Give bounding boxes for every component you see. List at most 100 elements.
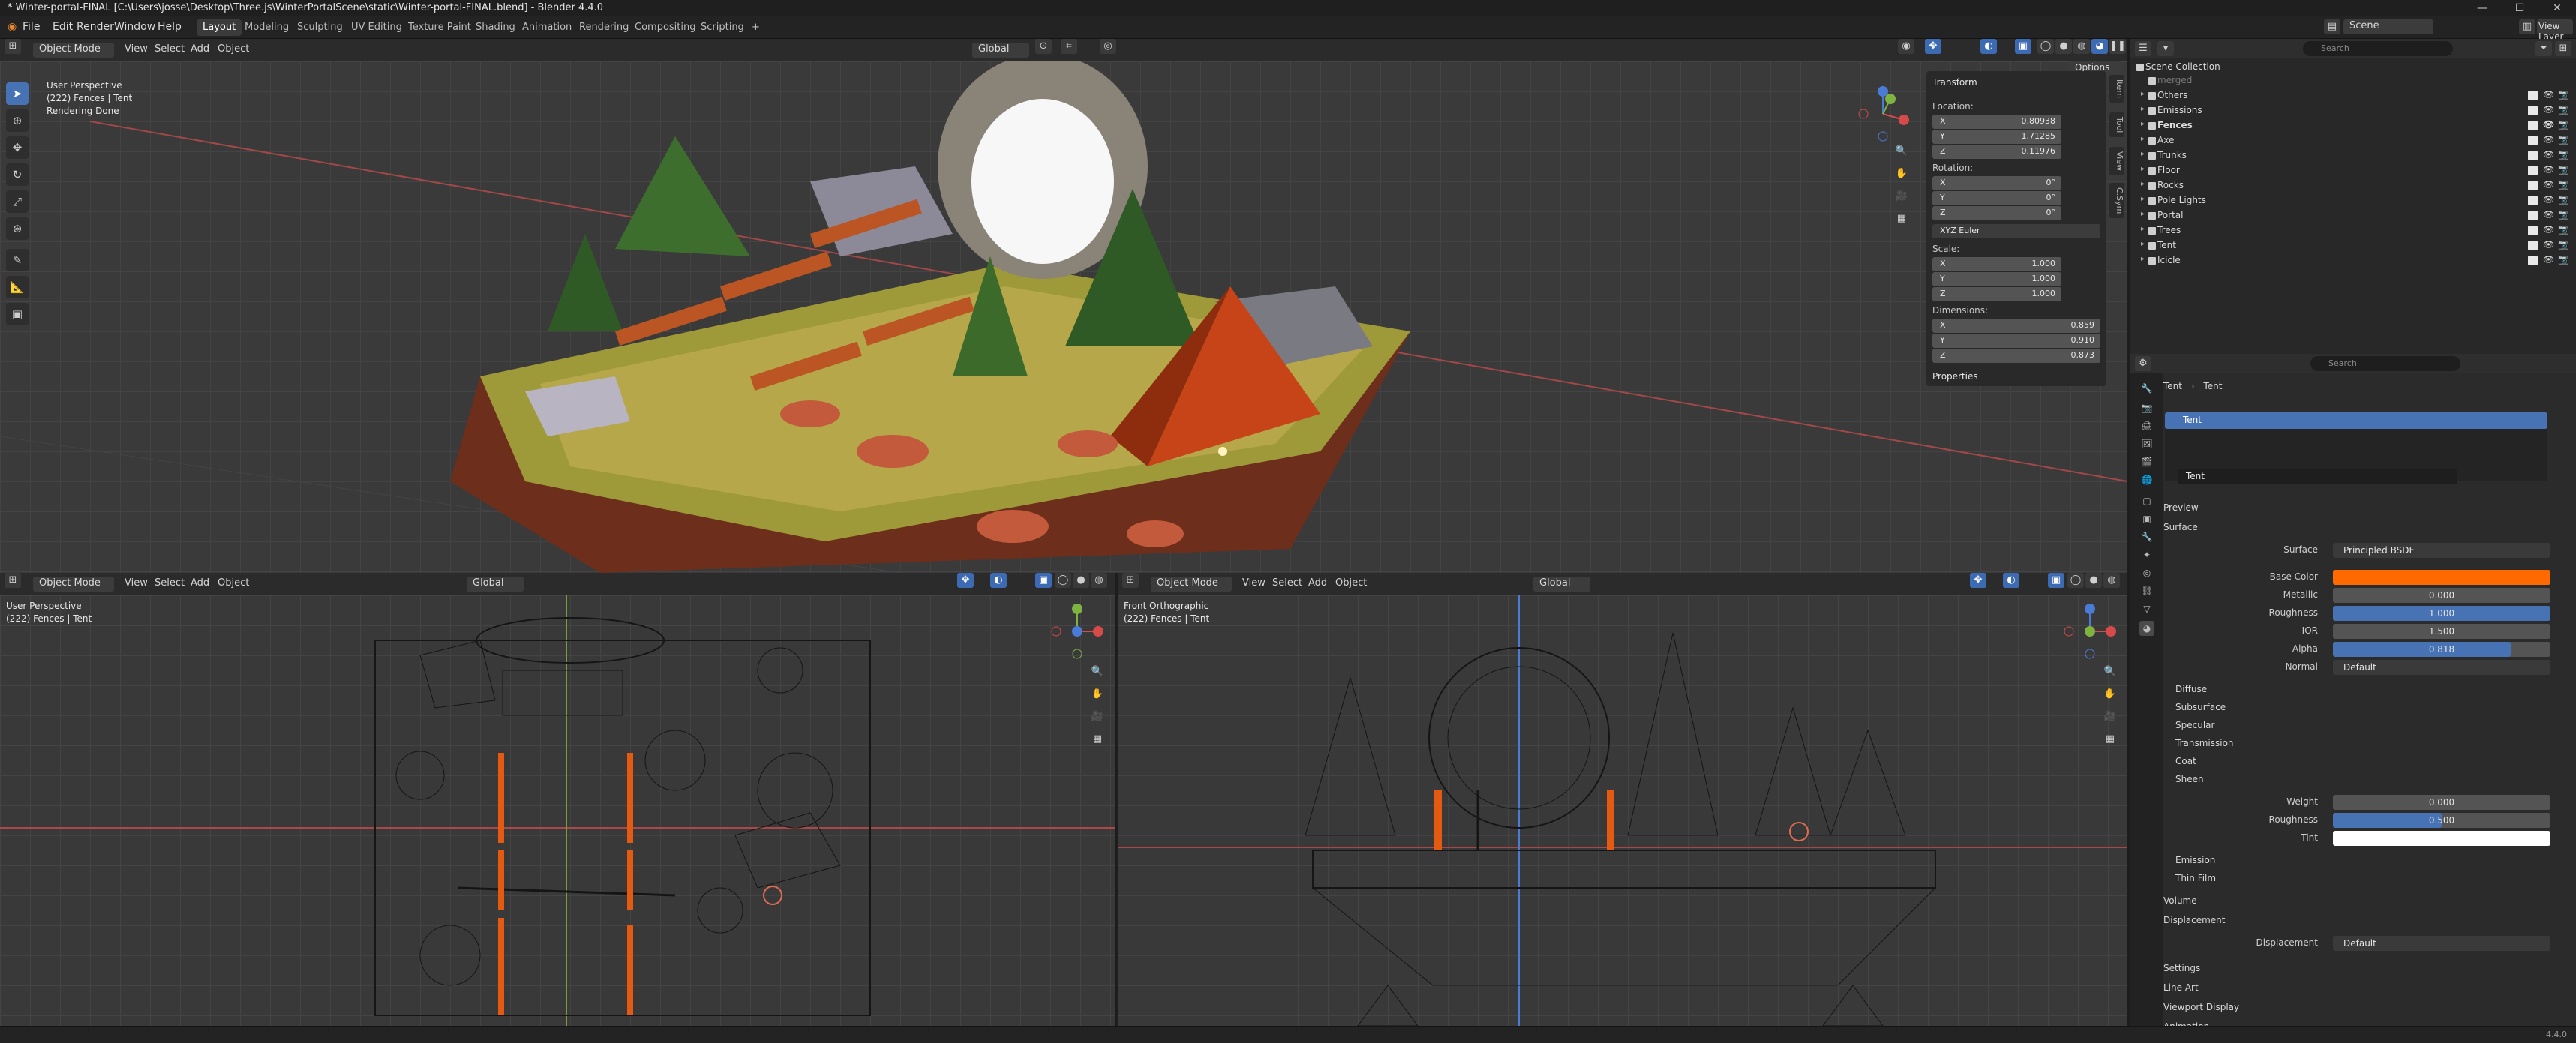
- section-transmission[interactable]: Transmission: [2175, 738, 2234, 748]
- rotation-y-field[interactable]: Y 0°: [1932, 191, 2061, 205]
- shading-solid-icon[interactable]: ●: [1073, 573, 1089, 588]
- dimensions-z-field[interactable]: Z 0.873: [1932, 349, 2100, 363]
- editor-type-icon[interactable]: ⊞: [5, 39, 21, 54]
- pivot-icon[interactable]: ⊙: [1035, 39, 1052, 54]
- mode-selector[interactable]: Object Mode: [33, 577, 114, 592]
- scene-icon[interactable]: ▤: [2324, 19, 2340, 34]
- xray-toggle-icon[interactable]: ▣: [2048, 573, 2064, 588]
- display-mode-icon[interactable]: ▾: [2157, 41, 2174, 56]
- outliner-item-emissions[interactable]: ▸ Emissions 👁 📷: [2130, 103, 2576, 118]
- scale-x-field[interactable]: X 1.000: [1932, 257, 2061, 271]
- view-layer-tab-icon[interactable]: 🖼: [2139, 436, 2154, 451]
- navigation-gizmo[interactable]: [1853, 84, 1913, 144]
- section-volume[interactable]: Volume: [2163, 895, 2197, 906]
- shading-solid-icon[interactable]: ●: [2085, 573, 2102, 588]
- cursor-tool-icon[interactable]: ⊕: [6, 109, 29, 132]
- outliner-item-pole-lights[interactable]: ▸ Pole Lights 👁 📷: [2130, 193, 2576, 208]
- scale-z-field[interactable]: Z 1.000: [1932, 287, 2061, 301]
- view-layer-selector[interactable]: View Layer: [2537, 19, 2573, 42]
- section-surface[interactable]: Surface: [2163, 522, 2198, 532]
- minimize-button[interactable]: —: [2463, 0, 2501, 16]
- transform-orientation[interactable]: Global: [1533, 577, 1590, 592]
- sheen-weight-field[interactable]: 0.000: [2333, 795, 2550, 810]
- constraints-tab-icon[interactable]: ⛓: [2139, 583, 2154, 598]
- particles-tab-icon[interactable]: ✦: [2139, 547, 2154, 562]
- pan-hand-icon[interactable]: ✋: [1089, 687, 1106, 702]
- add-workspace-button[interactable]: +: [746, 19, 766, 36]
- sheen-tint-swatch[interactable]: [2333, 831, 2550, 846]
- grid-toggle-icon[interactable]: ▦: [2102, 732, 2118, 747]
- section-emission[interactable]: Emission: [2175, 855, 2215, 865]
- menu-object[interactable]: Object: [1335, 577, 1367, 589]
- blender-logo-icon[interactable]: ◉: [8, 21, 17, 33]
- viewport-top[interactable]: User Perspective (222) Fences | Tent Ren…: [0, 61, 2127, 573]
- surface-shader-select[interactable]: Principled BSDF: [2333, 543, 2550, 558]
- menu-view[interactable]: View: [1242, 577, 1265, 589]
- tab-layout[interactable]: Layout: [197, 19, 242, 36]
- outliner-item-icicle[interactable]: ▸ Icicle 👁 📷: [2130, 253, 2576, 268]
- menu-select[interactable]: Select: [155, 577, 185, 589]
- overlay-toggle-icon[interactable]: ◐: [990, 573, 1007, 588]
- outliner-item-tent[interactable]: ▸ Tent 👁 📷: [2130, 238, 2576, 253]
- pause-render-icon[interactable]: ❚❚: [2109, 39, 2126, 54]
- displacement-select[interactable]: Default: [2333, 936, 2550, 951]
- gizmo-toggle-icon[interactable]: ✥: [1970, 573, 1986, 588]
- section-sheen[interactable]: Sheen: [2175, 774, 2204, 784]
- properties-header[interactable]: Properties: [1932, 371, 1978, 382]
- outliner-item-fences[interactable]: ▸ Fences 👁 📷: [2130, 118, 2576, 133]
- menu-select[interactable]: Select: [155, 43, 185, 55]
- normal-select[interactable]: Default: [2333, 660, 2550, 675]
- location-x-field[interactable]: X 0.80938: [1932, 115, 2061, 129]
- perspective-toggle-icon[interactable]: ▦: [1893, 211, 1910, 226]
- menu-window[interactable]: Window: [114, 21, 155, 33]
- render-tab-icon[interactable]: 📷: [2139, 400, 2154, 415]
- tab-c-sym[interactable]: C.Sym: [2109, 183, 2124, 219]
- location-y-field[interactable]: Y 1.71285: [1932, 130, 2061, 144]
- tab-item[interactable]: Item: [2109, 75, 2124, 103]
- dimensions-y-field[interactable]: Y 0.910: [1932, 334, 2100, 348]
- scene-selector[interactable]: Scene: [2343, 19, 2433, 34]
- annotate-tool-icon[interactable]: ✎: [6, 249, 29, 271]
- roughness-field[interactable]: 1.000: [2333, 606, 2550, 621]
- section-displacement[interactable]: Displacement: [2163, 915, 2226, 925]
- tab-shading[interactable]: Shading: [470, 19, 521, 36]
- menu-object[interactable]: Object: [218, 577, 249, 589]
- metallic-field[interactable]: 0.000: [2333, 588, 2550, 603]
- rotation-x-field[interactable]: X 0°: [1932, 176, 2061, 190]
- outliner-item-axe[interactable]: ▸ Axe 👁 📷: [2130, 133, 2576, 148]
- menu-object[interactable]: Object: [218, 43, 249, 55]
- close-button[interactable]: ✕: [2538, 0, 2576, 16]
- location-z-field[interactable]: Z 0.11976: [1932, 145, 2061, 159]
- editor-type-icon[interactable]: ⚙: [2135, 356, 2151, 371]
- rotate-tool-icon[interactable]: ↻: [6, 163, 29, 186]
- navigation-gizmo[interactable]: [2061, 603, 2118, 660]
- scale-y-field[interactable]: Y 1.000: [1932, 272, 2061, 286]
- pan-hand-icon[interactable]: ✋: [2102, 687, 2118, 702]
- shading-wireframe-icon[interactable]: ◯: [2067, 573, 2084, 588]
- object-tab-icon[interactable]: ▣: [2139, 511, 2154, 526]
- section-coat[interactable]: Coat: [2175, 756, 2196, 766]
- scale-tool-icon[interactable]: ⤢: [6, 190, 29, 213]
- zoom-icon[interactable]: 🔍: [1089, 664, 1106, 679]
- menu-select[interactable]: Select: [1272, 577, 1302, 589]
- gizmo-toggle-icon[interactable]: ✥: [957, 573, 974, 588]
- physics-tab-icon[interactable]: ◎: [2139, 565, 2154, 580]
- transform-orientation[interactable]: Global: [972, 43, 1029, 58]
- measure-tool-icon[interactable]: 📐: [6, 276, 29, 298]
- material-name-field[interactable]: Tent: [2178, 469, 2457, 484]
- add-cube-tool-icon[interactable]: ▣: [6, 303, 29, 325]
- rotation-mode-select[interactable]: XYZ Euler: [1932, 224, 2100, 238]
- tab-tool[interactable]: Tool: [2109, 112, 2124, 138]
- tab-animation[interactable]: Animation: [516, 19, 578, 36]
- menu-render[interactable]: Render: [77, 21, 114, 33]
- maximize-button[interactable]: ☐: [2501, 0, 2538, 16]
- viewport-bottom-right[interactable]: Front Orthographic (222) Fences | Tent 🔍…: [1118, 595, 2127, 1026]
- camera-view-icon[interactable]: 🎥: [1089, 709, 1106, 724]
- section-specular[interactable]: Specular: [2175, 720, 2214, 730]
- menu-view[interactable]: View: [125, 43, 148, 55]
- transform-header[interactable]: Transform: [1932, 77, 1977, 88]
- menu-edit[interactable]: Edit: [53, 21, 73, 33]
- outliner-root[interactable]: Scene Collection: [2130, 60, 2576, 75]
- perspective-toggle-icon[interactable]: ▦: [1089, 732, 1106, 747]
- outliner-item-others[interactable]: ▸ Others 👁 📷: [2130, 88, 2576, 103]
